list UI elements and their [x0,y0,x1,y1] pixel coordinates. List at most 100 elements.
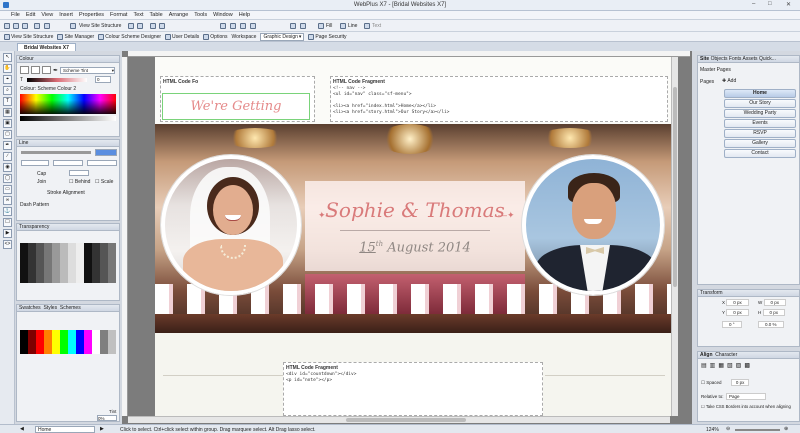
site-structure-icon[interactable] [70,23,76,29]
x-field[interactable]: X 0 px [722,299,749,306]
menu-insert[interactable]: Insert [59,12,73,18]
page-rsvp[interactable]: RSVP [724,129,796,138]
tab-schemes[interactable]: Schemes [60,305,81,311]
close-icon[interactable]: ✕ [786,1,791,8]
menu-help[interactable]: Help [239,12,250,18]
html-fragment-2[interactable]: HTML Code Fragment <!-- nav --> <ul id="… [330,76,668,122]
fill-swatch-icon[interactable] [20,66,29,74]
vertical-scrollbar[interactable] [671,57,678,416]
tab-styles[interactable]: Styles [43,305,57,311]
text-frame-tool-icon[interactable]: T [3,97,12,106]
new-icon[interactable] [4,23,10,29]
line-icon[interactable] [340,23,346,29]
vertical-scroll-thumb[interactable] [673,87,677,287]
line-swatch-icon[interactable] [31,66,40,74]
page-contact[interactable]: Contact [724,149,796,158]
line-end-select[interactable] [53,160,83,166]
media-tool-icon[interactable]: ▶ [3,229,12,238]
menu-window[interactable]: Window [213,12,233,18]
couple-names[interactable]: Sophie & Thomas [305,198,525,222]
picture-tool-icon[interactable]: ▣ [3,119,12,128]
tint-slider[interactable] [27,78,87,82]
link-tool-icon[interactable]: ∞ [3,196,12,205]
tab-character[interactable]: Character [715,352,737,358]
page-nav-next-icon[interactable]: ▶ [100,426,104,432]
zoom-out-icon[interactable]: ⊖ [726,426,730,432]
tint-value-bottom[interactable]: 0% [97,415,117,421]
group-icon[interactable] [290,23,296,29]
publish-icon[interactable] [44,23,50,29]
ungroup-icon[interactable] [300,23,306,29]
text-swatch-icon[interactable] [42,66,51,74]
rect-tool-icon[interactable]: ▭ [3,185,12,194]
line-weight-slider[interactable] [21,151,91,154]
css-borders-checkbox[interactable]: ☐ Take CSS Borders into account when ali… [701,404,791,409]
horizontal-scrollbar[interactable] [128,416,670,423]
tab-fonts[interactable]: Fonts [729,56,742,62]
zoom-level[interactable]: 124% [706,427,719,433]
copy-icon[interactable] [128,23,134,29]
ellipse-tool-icon[interactable]: ◯ [3,174,12,183]
h-field[interactable]: H 0 px [758,309,786,316]
preview-icon[interactable] [34,23,40,29]
tint-value[interactable]: 0 [95,76,111,83]
menu-table[interactable]: Table [150,12,163,18]
document-tab[interactable]: Bridal Websites X7 [17,43,76,51]
crop-tool-icon[interactable]: ⌖ [3,75,12,84]
shape-tool-icon[interactable]: ▢ [3,130,12,139]
tab-swatches[interactable]: Swatches [19,305,41,311]
menu-file[interactable]: File [11,12,20,18]
align-icon[interactable] [250,23,256,29]
transparency-grid[interactable] [20,243,116,283]
spaced-checkbox[interactable]: ☐ Spaced 0 px [701,379,750,386]
menu-format[interactable]: Format [110,12,127,18]
menu-text[interactable]: Text [133,12,143,18]
html-tool-icon[interactable]: <> [3,240,12,249]
save-icon[interactable] [22,23,28,29]
align-buttons[interactable]: ▤▥▦▧▨▩ [701,362,753,369]
groom-photo[interactable] [522,155,664,295]
scheme-tint-select[interactable]: Scheme Tint ▾ [60,66,116,74]
fill-tool-icon[interactable]: ◉ [3,163,12,172]
relative-to-select[interactable]: Page [726,393,766,400]
user-details-tool[interactable]: User Details [165,33,199,40]
zoom-tool-icon[interactable]: ⌕ [3,86,12,95]
paste-icon[interactable] [137,23,143,29]
zoom-slider[interactable] [735,429,780,431]
wedding-date[interactable]: 15th August 2014 [305,240,525,255]
page-gallery[interactable]: Gallery [724,139,796,148]
options-tool[interactable]: Options [203,33,228,40]
undo-icon[interactable] [150,23,156,29]
page-nav-first-icon[interactable]: ◀ [20,426,24,432]
open-icon[interactable] [13,23,19,29]
vertical-ruler[interactable] [122,57,128,416]
y-field[interactable]: Y 0 px [722,309,749,316]
web-page[interactable]: HTML Code Fo HTML Code Fragment <!-- nav… [155,57,671,416]
minimize-icon[interactable]: – [752,1,755,7]
menu-properties[interactable]: Properties [79,12,104,18]
fill-button[interactable]: Fill [326,23,332,29]
text-button[interactable]: Text [372,23,381,29]
page-select[interactable]: Home [35,426,95,433]
view-site-structure-button[interactable]: View Site Structure [79,23,121,29]
line-start-select[interactable] [87,160,117,166]
frame-icon[interactable] [220,23,226,29]
tab-assets[interactable]: Assets [743,56,758,62]
tab-quick[interactable]: Quick... [759,56,776,62]
rotate-field[interactable]: 0 ° [722,321,742,328]
greyscale-bar[interactable] [20,116,116,121]
table-tool-icon[interactable]: ▦ [3,108,12,117]
behind-checkbox[interactable]: ☐ Behind [69,179,90,185]
tab-objects[interactable]: Objects [711,56,728,62]
pen-tool-icon[interactable]: ✒ [3,141,12,150]
master-pages-header[interactable]: Master Pages [700,67,731,73]
married-banner[interactable]: We're Getting Married! [162,93,310,139]
hand-tool-icon[interactable]: ✋ [3,64,12,73]
bride-photo[interactable] [161,155,301,295]
shear-field[interactable]: 0.0 % [758,321,784,328]
cap-input[interactable] [69,170,89,176]
line-weight-value[interactable] [95,149,117,156]
tab-site[interactable]: Site [700,56,709,62]
form-tool-icon[interactable]: ☐ [3,218,12,227]
html-fragment-3[interactable]: HTML Code Fragment <div id="countdown"><… [283,362,543,416]
